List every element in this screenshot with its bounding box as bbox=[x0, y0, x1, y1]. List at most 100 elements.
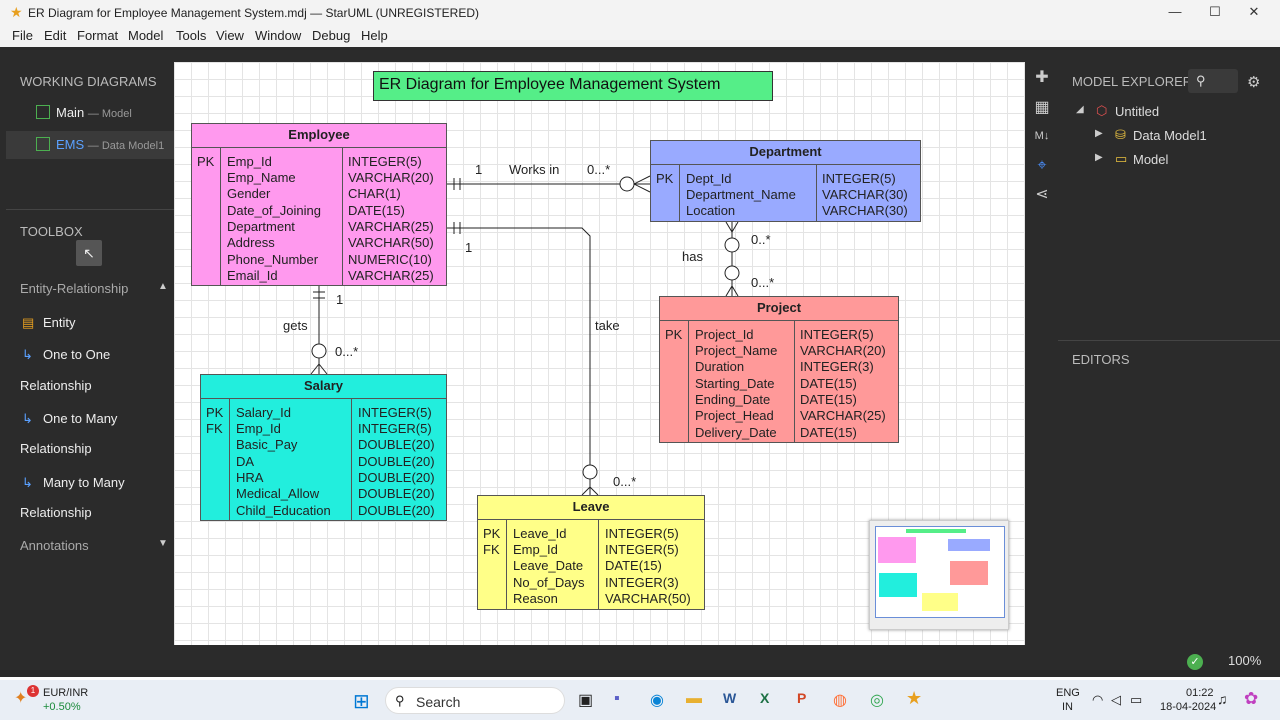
label-many-leave: 0...* bbox=[613, 474, 637, 489]
entity-project[interactable]: Project PK Project_Id Project_Name Durat… bbox=[659, 296, 899, 443]
minimize-button[interactable]: — bbox=[1160, 4, 1190, 19]
bell-icon[interactable]: ♫ bbox=[1217, 691, 1228, 707]
chrome-icon[interactable]: ◎ bbox=[870, 690, 884, 710]
tool-entity[interactable]: Entity bbox=[43, 315, 76, 330]
entity-leave[interactable]: Leave PK FK Leave_Id Emp_Id Leave_Date N… bbox=[477, 495, 705, 610]
pointer-tool-icon[interactable]: ↖ bbox=[76, 240, 102, 266]
label-works-in[interactable]: Works in bbox=[509, 162, 559, 177]
label-one-a: 1 bbox=[475, 162, 483, 177]
stock-name[interactable]: EUR/INR bbox=[43, 687, 88, 699]
entity-department-name: Department bbox=[651, 141, 920, 165]
menu-edit[interactable]: Edit bbox=[44, 28, 66, 43]
one-to-many-icon: ↳ bbox=[22, 411, 33, 426]
share-icon[interactable]: ⋖ bbox=[1032, 185, 1052, 205]
settings-gear-icon[interactable]: ⚙ bbox=[1247, 73, 1260, 91]
search-icon: ⚲ bbox=[395, 693, 405, 708]
taskbar-search-label: Search bbox=[416, 694, 461, 710]
search-icon[interactable]: ⚲ bbox=[1188, 69, 1238, 93]
tool-one-to-one[interactable]: One to One bbox=[43, 347, 110, 362]
language-code[interactable]: ENG bbox=[1056, 687, 1080, 699]
firefox-icon[interactable]: ◍ bbox=[833, 690, 847, 710]
staruml-logo-icon: ★ bbox=[10, 4, 23, 20]
edge-icon[interactable]: ◉ bbox=[650, 690, 664, 710]
many-to-many-icon: ↳ bbox=[22, 475, 33, 490]
language-region: IN bbox=[1062, 701, 1073, 713]
menu-file[interactable]: File bbox=[12, 28, 33, 43]
menu-debug[interactable]: Debug bbox=[312, 28, 350, 43]
file-explorer-icon[interactable]: ▬ bbox=[686, 690, 702, 708]
diagram-main-label: Main bbox=[56, 105, 85, 120]
working-diagrams-header: WORKING DIAGRAMS bbox=[20, 74, 157, 89]
label-many-salary: 0...* bbox=[335, 344, 359, 359]
status-bar: ✓ 100% bbox=[0, 647, 1280, 677]
wifi-icon[interactable]: ◠ bbox=[1092, 692, 1103, 708]
toolbox-section-annotations[interactable]: Annotations bbox=[20, 538, 89, 553]
navigator-icon[interactable]: ⌖ bbox=[1032, 156, 1052, 176]
menu-format[interactable]: Format bbox=[77, 28, 118, 43]
copilot-icon[interactable]: ✿ bbox=[1244, 689, 1258, 709]
entity-department[interactable]: Department PK Dept_Id Department_Name Lo… bbox=[650, 140, 921, 222]
markdown-icon[interactable]: M↓ bbox=[1032, 126, 1052, 146]
zoom-level[interactable]: 100% bbox=[1228, 653, 1261, 668]
tree-expand-icon[interactable]: ▶ bbox=[1095, 128, 1103, 139]
menu-model[interactable]: Model bbox=[128, 28, 163, 43]
toolbox-section-er[interactable]: Entity-Relationship bbox=[20, 281, 128, 296]
extensions-puzzle-icon[interactable]: ✚ bbox=[1032, 68, 1052, 88]
tree-untitled[interactable]: Untitled bbox=[1115, 104, 1159, 119]
title-bar: ★ ER Diagram for Employee Management Sys… bbox=[0, 0, 1280, 26]
entity-leave-name: Leave bbox=[478, 496, 704, 520]
menu-view[interactable]: View bbox=[216, 28, 244, 43]
entity-employee[interactable]: Employee PK Emp_Id Emp_Name Gender Date_… bbox=[191, 123, 447, 286]
label-take[interactable]: take bbox=[595, 318, 620, 333]
validation-ok-icon[interactable]: ✓ bbox=[1187, 654, 1203, 670]
canvas-top-border bbox=[174, 47, 1025, 62]
label-many-d1: 0..* bbox=[751, 232, 771, 247]
windows-start-icon[interactable]: ⊞ bbox=[353, 689, 370, 714]
word-icon[interactable]: W bbox=[723, 690, 736, 706]
powerpoint-icon[interactable]: P bbox=[797, 690, 806, 706]
tool-one-to-many[interactable]: One to Many bbox=[43, 411, 117, 426]
clock-time[interactable]: 01:22 bbox=[1186, 687, 1214, 699]
label-gets[interactable]: gets bbox=[283, 318, 308, 333]
minimap[interactable] bbox=[869, 520, 1009, 630]
menu-window[interactable]: Window bbox=[255, 28, 301, 43]
stock-change: +0.50% bbox=[43, 701, 81, 713]
staruml-taskbar-icon[interactable]: ★ bbox=[906, 688, 922, 709]
editors-header: EDITORS bbox=[1072, 352, 1130, 367]
excel-icon[interactable]: X bbox=[760, 690, 769, 706]
diagram-ems-label: EMS bbox=[56, 137, 85, 152]
window-title: ER Diagram for Employee Management Syste… bbox=[28, 6, 480, 20]
entity-tool-icon: ▤ bbox=[22, 315, 35, 330]
tool-one-to-one-rel[interactable]: Relationship bbox=[20, 378, 92, 393]
volume-icon[interactable]: ◁ bbox=[1111, 692, 1121, 708]
collapse-triangle-icon[interactable]: ▲ bbox=[158, 281, 168, 292]
tool-many-to-many[interactable]: Many to Many bbox=[43, 475, 125, 490]
right-panel: MODEL EXPLORER ⚲ ⚙ ◢ ⬡ Untitled ▶ ⛁ Data… bbox=[1058, 47, 1280, 647]
take-line bbox=[446, 227, 591, 507]
tree-expand-icon[interactable]: ▶ bbox=[1095, 152, 1103, 163]
project-cube-icon: ⬡ bbox=[1096, 103, 1108, 118]
tool-one-to-many-rel[interactable]: Relationship bbox=[20, 441, 92, 456]
left-panel: WORKING DIAGRAMS Main — Model EMS — Data… bbox=[0, 47, 174, 647]
battery-icon[interactable]: ▭ bbox=[1130, 692, 1142, 708]
entity-salary[interactable]: Salary PK FK Salary_Id Emp_Id Basic_Pay … bbox=[200, 374, 447, 521]
tree-model[interactable]: Model bbox=[1133, 152, 1168, 167]
label-many-d2: 0...* bbox=[751, 275, 775, 290]
menu-help[interactable]: Help bbox=[361, 28, 388, 43]
menu-tools[interactable]: Tools bbox=[176, 28, 206, 43]
entity-salary-name: Salary bbox=[201, 375, 446, 399]
layout-icon[interactable]: ▦ bbox=[1032, 98, 1052, 118]
label-has[interactable]: has bbox=[682, 249, 703, 264]
tree-collapse-icon[interactable]: ◢ bbox=[1076, 104, 1084, 115]
data-model-icon: ⛁ bbox=[1115, 127, 1126, 142]
entity-employee-name: Employee bbox=[192, 124, 446, 148]
taskbar-search-box[interactable]: ⚲ Search bbox=[385, 687, 565, 714]
task-view-icon[interactable]: ▣ bbox=[578, 690, 593, 710]
maximize-button[interactable]: ☐ bbox=[1200, 4, 1230, 20]
teams-icon[interactable]: ▪ bbox=[614, 690, 620, 708]
stock-chart-icon[interactable]: ✦ bbox=[14, 688, 27, 708]
expand-triangle-icon[interactable]: ▼ bbox=[158, 538, 168, 549]
close-button[interactable]: ✕ bbox=[1239, 4, 1269, 20]
tree-data-model[interactable]: Data Model1 bbox=[1133, 128, 1207, 143]
tool-many-to-many-rel[interactable]: Relationship bbox=[20, 505, 92, 520]
